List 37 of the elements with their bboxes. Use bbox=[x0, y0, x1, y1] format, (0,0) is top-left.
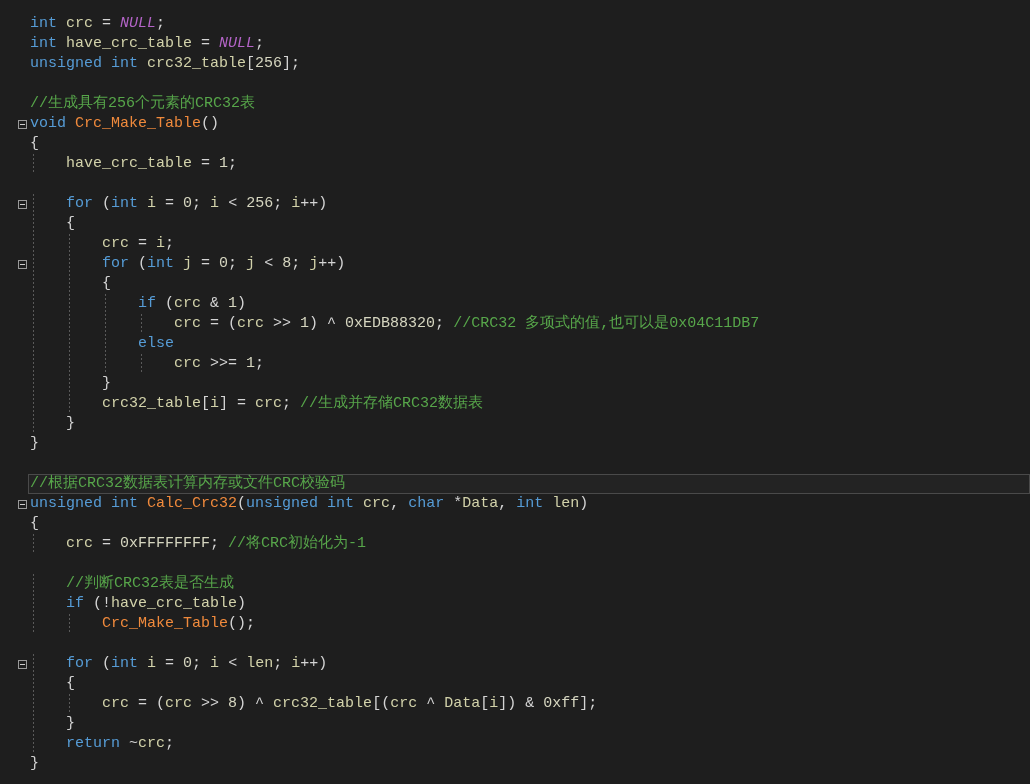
code-line: //判断CRC32表是否生成 bbox=[30, 574, 1030, 594]
code-line: crc = (crc >> 8) ^ crc32_table[(crc ^ Data[i]) & 0xff]; bbox=[30, 694, 1030, 714]
code-line: void Crc_Make_Table() bbox=[30, 114, 221, 134]
code-line: { bbox=[30, 674, 1030, 694]
code-line: Crc_Make_Table(); bbox=[30, 614, 1030, 634]
collapse-icon[interactable] bbox=[18, 659, 27, 669]
code-line: { bbox=[30, 214, 1030, 234]
code-line: crc = i; bbox=[30, 234, 1030, 254]
code-line: } bbox=[30, 414, 1030, 434]
code-line: crc32_table[i] = crc; //生成并存储CRC32数据表 bbox=[30, 394, 1030, 414]
code-line: } bbox=[30, 374, 1030, 394]
code-line: if (!have_crc_table) bbox=[30, 594, 1030, 614]
code-line: for (int j = 0; j < 8; j++) bbox=[30, 254, 1030, 274]
code-line: int crc = NULL; bbox=[30, 14, 167, 34]
code-line: unsigned int crc32_table[256]; bbox=[30, 54, 302, 74]
code-line: } bbox=[30, 714, 1030, 734]
code-line: crc >>= 1; bbox=[30, 354, 1030, 374]
collapse-icon[interactable] bbox=[18, 119, 27, 129]
code-line: { bbox=[30, 274, 1030, 294]
collapse-icon[interactable] bbox=[18, 499, 27, 509]
code-line: return ~crc; bbox=[30, 734, 1030, 754]
code-line: if (crc & 1) bbox=[30, 294, 1030, 314]
code-line: int have_crc_table = NULL; bbox=[30, 34, 266, 54]
code-line: for (int i = 0; i < 256; i++) bbox=[30, 194, 1030, 214]
code-line: } bbox=[30, 754, 40, 774]
code-line: unsigned int Calc_Crc32(unsigned int crc, char *Data, int len) bbox=[30, 494, 590, 514]
code-line: //生成具有256个元素的CRC32表 bbox=[30, 94, 256, 114]
code-line: else bbox=[30, 334, 1030, 354]
code-line: crc = (crc >> 1) ^ 0xEDB88320; //CRC32 多项式的值,也可以是0x04C11DB7 bbox=[30, 314, 1030, 334]
collapse-icon[interactable] bbox=[18, 259, 27, 269]
collapse-icon[interactable] bbox=[18, 199, 27, 209]
code-line: crc = 0xFFFFFFFF; //将CRC初始化为-1 bbox=[30, 534, 1030, 554]
code-line: for (int i = 0; i < len; i++) bbox=[30, 654, 1030, 674]
code-line: } bbox=[30, 434, 40, 454]
code-line: { bbox=[30, 514, 40, 534]
code-line: { bbox=[30, 134, 40, 154]
code-line: have_crc_table = 1; bbox=[30, 154, 1030, 174]
